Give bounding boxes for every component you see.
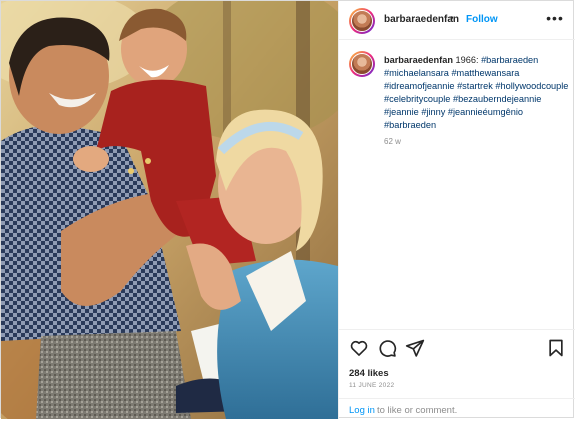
post-photo[interactable] xyxy=(1,1,338,419)
hashtag[interactable]: #barbraeden xyxy=(384,120,436,130)
bookmark-icon[interactable] xyxy=(546,338,566,358)
actions-section: 284 likes 11 JUNE 2022 Log in to like or… xyxy=(339,329,575,420)
login-prompt-text: to like or comment. xyxy=(377,405,458,416)
instagram-post: barbaraedenfan • Follow ••• barbaraedenf… xyxy=(0,0,575,419)
caption-username[interactable]: barbaraedenfan xyxy=(384,55,453,65)
hashtag[interactable]: #celebritycouple xyxy=(384,94,450,104)
heart-icon[interactable] xyxy=(349,338,369,358)
hashtag[interactable]: #jeannie xyxy=(384,107,419,117)
post-age: 62 w xyxy=(384,137,401,146)
share-icon[interactable] xyxy=(405,338,425,358)
follow-button[interactable]: Follow xyxy=(466,14,498,25)
post-header: barbaraedenfan • Follow ••• xyxy=(339,1,575,40)
hashtag[interactable]: #barbaraeden xyxy=(481,55,538,65)
hashtag[interactable]: #jinny xyxy=(421,107,445,117)
caption-text: barbaraedenfan 1966: #barbaraeden #micha… xyxy=(384,54,570,131)
hashtag[interactable]: #idreamofjeannie xyxy=(384,81,455,91)
hashtag[interactable]: #matthewansara xyxy=(451,68,519,78)
photo-illustration xyxy=(1,1,338,419)
caption-avatar[interactable] xyxy=(349,51,375,77)
comment-icon[interactable] xyxy=(377,338,397,358)
hashtag[interactable]: #hollywoodcouple xyxy=(495,81,568,91)
caption-section: barbaraedenfan 1966: #barbaraeden #micha… xyxy=(339,39,575,329)
post-username[interactable]: barbaraedenfan xyxy=(384,14,459,25)
post-side-panel: barbaraedenfan • Follow ••• barbaraedenf… xyxy=(338,1,575,419)
avatar[interactable] xyxy=(349,8,375,34)
hashtag[interactable]: #jeannieéumgênio xyxy=(448,107,523,117)
post-date: 11 JUNE 2022 xyxy=(349,382,395,389)
separator-dot: • xyxy=(450,13,454,24)
hashtag[interactable]: #bezauberndejeannie xyxy=(453,94,541,104)
likes-count[interactable]: 284 likes xyxy=(349,368,389,379)
more-options-icon[interactable]: ••• xyxy=(545,8,565,28)
caption-lead: 1966: xyxy=(455,55,479,65)
hashtag[interactable]: #michaelansara xyxy=(384,68,449,78)
hashtag[interactable]: #startrek xyxy=(457,81,493,91)
login-link[interactable]: Log in xyxy=(349,405,375,416)
